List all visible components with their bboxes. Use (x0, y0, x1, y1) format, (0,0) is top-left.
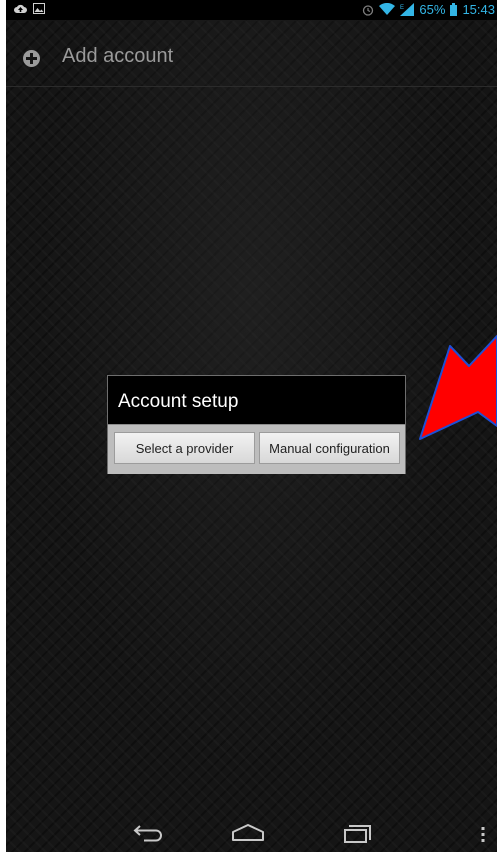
dialog-title: Account setup (118, 391, 239, 412)
manual-configuration-button[interactable]: Manual configuration (259, 432, 400, 464)
status-bar: E 65% 15:43 (6, 0, 497, 20)
wifi-icon (379, 3, 396, 15)
recent-apps-icon[interactable] (341, 822, 375, 844)
svg-text:E: E (400, 5, 404, 11)
home-icon[interactable] (230, 822, 266, 844)
account-setup-dialog: Account setup Select a provider Manual c… (107, 375, 406, 474)
red-arrow-annotation (419, 335, 497, 440)
image-icon (33, 3, 45, 14)
menu-icon[interactable] (480, 822, 486, 844)
cloud-upload-icon (14, 4, 27, 13)
dialog-button-bar: Select a provider Manual configuration (108, 424, 405, 474)
status-left-icons (14, 3, 45, 14)
phone-screen: E 65% 15:43 Add account Account setup Se… (6, 0, 497, 852)
select-provider-button[interactable]: Select a provider (114, 432, 255, 464)
back-icon[interactable] (132, 822, 164, 844)
signal-icon: E (400, 3, 415, 16)
action-bar-title[interactable]: Add account (62, 45, 173, 68)
status-right-icons: E 65% 15:43 (362, 2, 495, 17)
navigation-bar (6, 812, 497, 852)
add-circle-icon[interactable] (23, 50, 40, 67)
status-clock: 15:43 (462, 2, 495, 17)
action-bar: Add account (6, 20, 497, 87)
battery-icon (450, 3, 458, 16)
alarm-icon (363, 4, 374, 16)
battery-percent: 65% (419, 2, 446, 17)
